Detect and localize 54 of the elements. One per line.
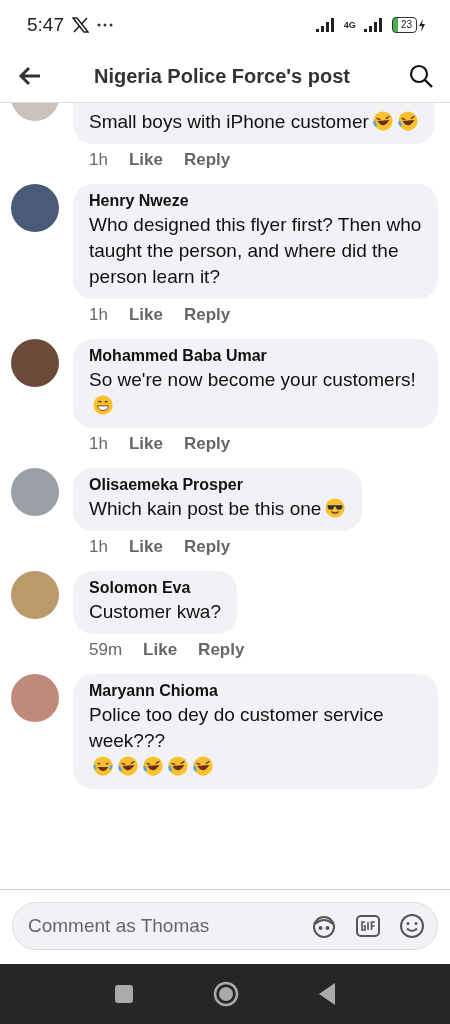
like-button[interactable]: Like bbox=[128, 305, 163, 325]
like-button[interactable]: Like bbox=[128, 150, 163, 170]
status-time: 5:47 bbox=[27, 14, 64, 36]
reply-button[interactable]: Reply bbox=[183, 305, 231, 325]
grinning-emoji-icon bbox=[92, 394, 114, 416]
more-notifications-icon bbox=[97, 23, 113, 27]
like-button[interactable]: Like bbox=[128, 434, 163, 454]
comment-text: Small boys with iPhone customer bbox=[89, 110, 369, 134]
commenter-name[interactable]: Mohammed Baba Umar bbox=[89, 347, 422, 365]
comment-text: Who designed this flyer first? Then who taught the person, and where did the person learn it? bbox=[89, 213, 422, 289]
commenter-name[interactable]: Olisaemeka Prosper bbox=[89, 476, 347, 494]
reply-button[interactable]: Reply bbox=[183, 537, 231, 557]
commenter-name[interactable]: Henry Nweze bbox=[89, 192, 422, 210]
comment-text: Police too dey do customer service week??? bbox=[89, 703, 385, 753]
avatar[interactable] bbox=[11, 184, 59, 232]
commenter-name[interactable]: Maryann Chioma bbox=[89, 682, 422, 700]
rolling-laughing-emoji-icon bbox=[192, 755, 214, 777]
search-button[interactable] bbox=[408, 63, 434, 89]
like-button[interactable]: Like bbox=[128, 537, 163, 557]
rolling-laughing-emoji-icon bbox=[371, 110, 394, 132]
reply-button[interactable]: Reply bbox=[183, 434, 231, 454]
avatar[interactable] bbox=[11, 339, 59, 387]
x-logo-icon bbox=[72, 17, 89, 33]
home-button[interactable] bbox=[213, 981, 239, 1007]
like-button[interactable]: Like bbox=[143, 640, 178, 660]
comment-text: Which kain post be this one bbox=[89, 497, 322, 521]
comment-time: 1h bbox=[89, 150, 108, 170]
avatar-sticker-icon[interactable] bbox=[311, 913, 337, 939]
comment-input-field[interactable]: Comment as Thomas bbox=[26, 914, 293, 938]
commenter-name[interactable]: Solomon Eva bbox=[89, 579, 221, 597]
battery-indicator: 23 bbox=[391, 17, 417, 33]
comment-time: 1h bbox=[89, 434, 108, 454]
rolling-laughing-emoji-icon bbox=[396, 110, 419, 132]
comment-time: 1h bbox=[89, 305, 108, 325]
back-button[interactable] bbox=[18, 66, 42, 86]
gif-icon[interactable] bbox=[355, 913, 381, 939]
reply-button[interactable]: Reply bbox=[183, 150, 231, 170]
rolling-laughing-emoji-icon bbox=[167, 755, 189, 777]
comment-text: So we're now become your customers! bbox=[89, 368, 416, 392]
rolling-laughing-emoji-icon bbox=[142, 755, 164, 777]
comment-time: 1h bbox=[89, 537, 108, 557]
comment-time: 59m bbox=[89, 640, 123, 660]
signal-icon bbox=[363, 18, 384, 32]
comment-text: Customer kwa? bbox=[89, 600, 221, 624]
back-nav-button[interactable] bbox=[319, 983, 335, 1005]
comment-bar[interactable]: Comment as Thomas bbox=[12, 902, 438, 950]
signal-icon bbox=[315, 18, 336, 32]
reply-button[interactable]: Reply bbox=[198, 640, 245, 660]
rolling-laughing-emoji-icon bbox=[117, 755, 139, 777]
network-type: 4G bbox=[343, 20, 356, 30]
page-title: Nigeria Police Force's post bbox=[94, 64, 351, 88]
sunglasses-emoji-icon bbox=[324, 497, 347, 519]
smiley-icon[interactable] bbox=[399, 913, 425, 939]
laughing-emoji-icon bbox=[92, 755, 114, 777]
